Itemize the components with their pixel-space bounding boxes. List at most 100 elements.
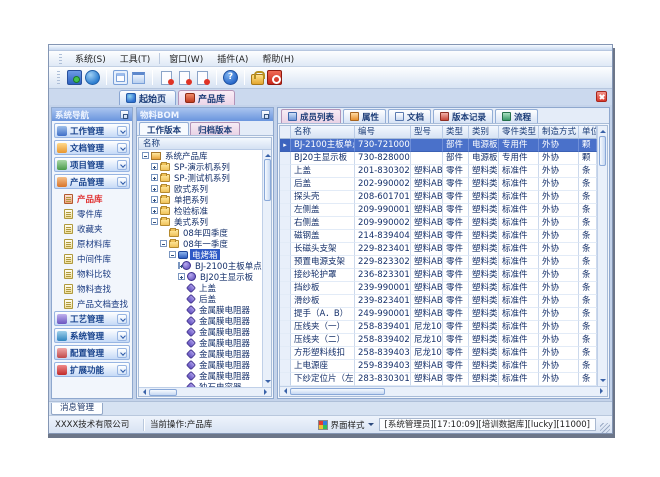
row-selector[interactable] [280,165,291,178]
sidebar-group-扩展功能[interactable]: 扩展功能 [54,362,130,377]
menu-item-2[interactable]: 工具(T) [113,51,158,66]
expand-plus-icon[interactable] [178,262,180,269]
column-header-编号[interactable]: 编号 [355,126,411,139]
sidebar-item-物料查找[interactable]: 物料查找 [54,281,130,296]
row-selector[interactable] [280,295,291,308]
tree-horizontal-scrollbar[interactable] [139,387,271,396]
sidebar-group-项目管理[interactable]: 项目管理 [54,157,130,172]
menu-item-4[interactable]: 插件(A) [210,51,255,66]
tree-node-BJ20主显示板[interactable]: BJ20主显示板 [139,271,262,282]
tab-流程[interactable]: 流程 [495,109,538,123]
table-row[interactable]: 预置电源支架229-823302-00X塑料ABS零件塑料类标准件外协条 [280,256,597,269]
row-selector[interactable] [280,191,291,204]
table-row[interactable]: 上盖201-830302-00X塑料ABS零件塑料类标准件外协条 [280,165,597,178]
tree-node-金属膜电阻器[interactable]: 金属膜电阻器 [139,370,262,381]
expand-plus-icon[interactable] [178,273,185,280]
window-icon[interactable] [113,70,128,85]
row-selector[interactable] [280,217,291,230]
scroll-right-icon[interactable] [599,387,607,395]
tree-node-金属膜电阻器[interactable]: 金属膜电阻器 [139,326,262,337]
exit-icon[interactable] [267,70,282,85]
row-selector[interactable] [280,308,291,321]
column-header-类别[interactable]: 类别 [469,126,499,139]
table-horizontal-scrollbar[interactable] [280,386,607,396]
help-icon[interactable] [223,70,238,85]
tree-node-金属膜电阻器[interactable]: 金属膜电阻器 [139,359,262,370]
sidebar-group-产品管理[interactable]: 产品管理 [54,174,130,189]
collapse-minus-icon[interactable] [169,251,176,258]
tree-node-美式系列[interactable]: 美式系列 [139,216,262,227]
tree-node-金属膜电阻器[interactable]: 金属膜电阻器 [139,304,262,315]
resize-grip[interactable] [600,423,610,433]
scroll-up-icon[interactable] [598,126,606,134]
tab-起始页[interactable]: 起始页 [119,90,176,105]
tab-产品库[interactable]: 产品库 [178,90,235,105]
tab-属性[interactable]: 属性 [343,109,386,123]
row-selector[interactable] [280,334,291,347]
tree-vscroll-thumb[interactable] [264,159,271,201]
tree-node-检验标准[interactable]: 检验标准 [139,205,262,216]
tree-node-上盖[interactable]: 上盖 [139,282,262,293]
system-monitor-icon[interactable] [67,70,82,85]
collapse-minus-icon[interactable] [142,152,149,159]
table-row[interactable]: 压线夹（一）258-839401-00X尼龙1010零件塑料类标准件外协条 [280,321,597,334]
tree-node-系统产品库[interactable]: 系统产品库 [139,150,262,161]
menu-drag-handle[interactable] [59,54,62,64]
tree-node-金属膜电阻器[interactable]: 金属膜电阻器 [139,348,262,359]
row-selector[interactable] [280,360,291,373]
expand-plus-icon[interactable] [151,185,158,192]
column-header-零件类型[interactable]: 零件类型 [499,126,539,139]
chevron-down-icon[interactable] [117,160,127,170]
chevron-down-icon[interactable] [368,423,374,429]
tree-node-金属膜电阻器[interactable]: 金属膜电阻器 [139,337,262,348]
row-selector[interactable]: ▸ [280,139,291,152]
tree-node-08年一季度[interactable]: 08年一季度 [139,238,262,249]
tree-node-金属膜电阻器[interactable]: 金属膜电阻器 [139,315,262,326]
table-row[interactable]: 方形塑料线扣258-839403-00X尼龙1010零件塑料类标准件外协条 [280,347,597,360]
tree-node-电烤箱[interactable]: 电烤箱 [139,249,262,260]
sidebar-item-收藏夹[interactable]: 收藏夹 [54,221,130,236]
menu-item-1[interactable]: 系统(S) [68,51,113,66]
message-management-tab[interactable]: 消息管理 [51,403,103,415]
sidebar-group-系统管理[interactable]: 系统管理 [54,328,130,343]
expand-plus-icon[interactable] [151,207,158,214]
chevron-down-icon[interactable] [117,126,127,136]
row-selector[interactable] [280,256,291,269]
tree-node-BJ-2100主板单点[interactable]: BJ-2100主板单点 [139,260,262,271]
tree-node-SP-测试机系列[interactable]: SP-测试机系列 [139,172,262,183]
table-row[interactable]: 滑纱板239-823401-00X塑料ABS零件塑料类标准件外协条 [280,295,597,308]
expand-plus-icon[interactable] [151,174,158,181]
sidebar-item-中间件库[interactable]: 中间件库 [54,251,130,266]
tree-node-单把系列[interactable]: 单把系列 [139,194,262,205]
doc-close-icon[interactable] [195,70,210,85]
scroll-left-icon[interactable] [139,388,147,396]
column-header-单位[interactable]: 单位 [579,126,597,139]
tree-node-欧式系列[interactable]: 欧式系列 [139,183,262,194]
table-row[interactable]: 后盖202-990002-01X塑料ABS零件塑料类标准件外协条 [280,178,597,191]
table-row[interactable]: 探头壳208-601701-01X塑料ABS零件塑料类标准件外协条 [280,191,597,204]
chevron-down-icon[interactable] [117,314,127,324]
scroll-down-icon[interactable] [598,378,606,386]
table-vertical-scrollbar[interactable] [597,126,607,386]
interface-style-label[interactable]: 界面样式 [331,419,365,431]
sidebar-group-工艺管理[interactable]: 工艺管理 [54,311,130,326]
table-row[interactable]: 压线夹（二）258-839402-00X尼龙1010零件塑料类标准件外协条 [280,334,597,347]
row-selector[interactable] [280,178,291,191]
row-selector[interactable] [280,373,291,386]
window-list-icon[interactable] [131,70,146,85]
scroll-left-icon[interactable] [280,387,288,395]
sidebar-group-文档管理[interactable]: 文档管理 [54,140,130,155]
column-header-制造方式[interactable]: 制造方式 [539,126,579,139]
column-header-类型[interactable]: 类型 [443,126,469,139]
scroll-down-icon[interactable] [263,379,271,387]
lock-icon[interactable] [251,74,264,85]
tab-文档[interactable]: 文档 [388,109,431,123]
chevron-down-icon[interactable] [117,331,127,341]
chevron-down-icon[interactable] [117,365,127,375]
sidebar-item-产品文档查找[interactable]: 产品文档查找 [54,296,130,311]
tree-node-08年四季度[interactable]: 08年四季度 [139,227,262,238]
table-row[interactable]: 下纱定位片（左）283-830301-00X塑料ABS零件塑料类标准件外协条 [280,373,597,386]
row-selector[interactable] [280,282,291,295]
collapse-minus-icon[interactable] [160,240,167,247]
table-row[interactable]: 挡纱板239-990001-01X塑料ABS零件塑料类标准件外协条 [280,282,597,295]
